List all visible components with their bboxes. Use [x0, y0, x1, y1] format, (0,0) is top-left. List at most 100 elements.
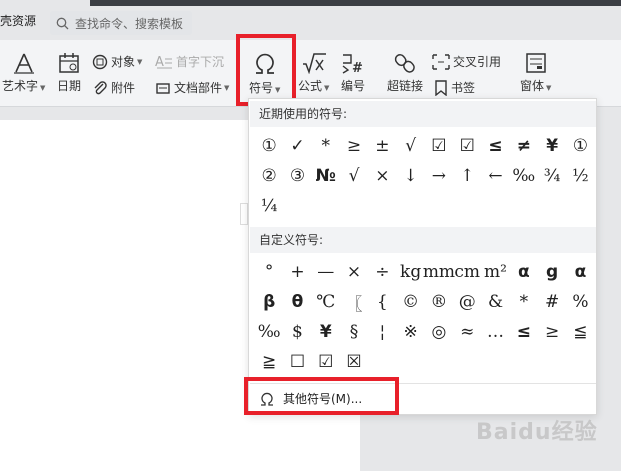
- symbol-cell[interactable]: §: [340, 317, 368, 347]
- symbol-cell[interactable]: ≤: [481, 131, 509, 161]
- form-icon: [525, 53, 546, 73]
- symbol-cell[interactable]: ≈: [453, 317, 481, 347]
- hyperlink-button[interactable]: 超链接: [387, 52, 423, 94]
- symbol-cell[interactable]: ‰: [255, 317, 283, 347]
- drop-cap-icon: A: [155, 55, 172, 70]
- search-icon: [56, 17, 69, 29]
- symbol-cell[interactable]: ①: [566, 131, 594, 161]
- symbol-cell[interactable]: √: [396, 131, 424, 161]
- symbol-cell[interactable]: ‰: [510, 161, 538, 191]
- custom-symbols-grid: ° + — × ÷ kg mm cm m² α g α β θ ℃ 〖{© ® @ & * #% ‰ $ ¥ § ¦ ※ ◎ ≈… ≤ ≥ ≦…: [255, 257, 595, 377]
- bookmark-icon: [435, 79, 447, 96]
- symbol-cell[interactable]: α: [566, 257, 594, 287]
- symbol-cell[interactable]: +: [283, 257, 311, 287]
- symbol-cell[interactable]: #: [538, 287, 566, 317]
- symbol-cell[interactable]: ≥: [340, 131, 368, 161]
- symbol-cell[interactable]: ※: [396, 317, 424, 347]
- symbol-cell[interactable]: ②: [255, 161, 283, 191]
- symbol-cell[interactable]: ×: [368, 161, 396, 191]
- symbol-cell[interactable]: ±: [368, 131, 396, 161]
- symbol-cell[interactable]: g: [538, 257, 566, 287]
- symbol-cell[interactable]: mm: [423, 257, 455, 287]
- symbol-cell[interactable]: …: [481, 317, 509, 347]
- symbol-cell[interactable]: ☑: [453, 131, 481, 161]
- symbol-cell[interactable]: ✓: [283, 131, 311, 161]
- symbol-cell[interactable]: ×: [340, 257, 368, 287]
- symbol-cell[interactable]: ①: [255, 131, 283, 161]
- symbol-cell[interactable]: m²: [481, 257, 509, 287]
- symbol-cell[interactable]: ≥: [538, 317, 566, 347]
- art-text-button[interactable]: 艺术字 ▼: [2, 52, 45, 94]
- document-ruler-marker: [240, 203, 248, 225]
- symbol-cell[interactable]: @: [453, 287, 481, 317]
- symbol-cell[interactable]: ½: [566, 161, 594, 191]
- symbol-cell[interactable]: №: [312, 161, 340, 191]
- symbol-cell[interactable]: ≦: [566, 317, 594, 347]
- symbol-cell[interactable]: %: [566, 287, 594, 317]
- symbol-cell[interactable]: →: [425, 161, 453, 191]
- symbol-cell[interactable]: ®: [425, 287, 453, 317]
- numbering-button[interactable]: # 编号: [340, 52, 366, 94]
- symbol-cell[interactable]: ☒: [340, 347, 368, 377]
- cross-ref-label: 交叉引用: [453, 55, 502, 69]
- cross-ref-button[interactable]: 交叉引用: [432, 53, 501, 70]
- doc-parts-button[interactable]: 文档部件 ▼: [155, 79, 229, 96]
- symbol-cell[interactable]: ÷: [368, 257, 396, 287]
- object-button[interactable]: 对象 ▼: [92, 53, 142, 70]
- symbol-cell[interactable]: cm: [453, 257, 481, 287]
- art-text-label: 艺术字: [2, 79, 39, 93]
- form-window-button[interactable]: 窗体 ▼: [520, 52, 551, 94]
- symbol-cell[interactable]: ≤: [510, 317, 538, 347]
- title-bar-strip: [90, 0, 621, 6]
- symbol-cell[interactable]: ≠: [510, 131, 538, 161]
- attachment-button[interactable]: 附件: [92, 79, 135, 96]
- symbol-cell[interactable]: —: [312, 257, 340, 287]
- formula-label: 公式: [298, 79, 323, 93]
- symbol-button-highlight: [236, 34, 296, 106]
- symbol-cell[interactable]: {: [368, 287, 396, 317]
- resource-tab-label[interactable]: 壳资源: [0, 12, 36, 29]
- drop-cap-button[interactable]: A 首字下沉: [155, 53, 224, 70]
- symbol-cell[interactable]: √: [340, 161, 368, 191]
- symbol-cell[interactable]: kg: [396, 257, 424, 287]
- symbol-cell[interactable]: ¼: [255, 191, 283, 221]
- symbol-cell[interactable]: ℃: [312, 287, 340, 317]
- symbol-cell[interactable]: α: [510, 257, 538, 287]
- symbol-cell[interactable]: *: [510, 287, 538, 317]
- symbol-cell[interactable]: ←: [481, 161, 509, 191]
- symbol-cell[interactable]: 〖: [340, 287, 368, 317]
- formula-icon: [302, 53, 326, 74]
- symbol-cell[interactable]: ≧: [255, 347, 283, 377]
- symbol-cell[interactable]: &: [481, 287, 509, 317]
- symbol-cell[interactable]: ¾: [538, 161, 566, 191]
- cross-ref-icon: [432, 53, 450, 70]
- symbol-cell[interactable]: ◎: [425, 317, 453, 347]
- symbol-cell[interactable]: ☑: [312, 347, 340, 377]
- symbol-cell[interactable]: θ: [283, 287, 311, 317]
- symbol-cell[interactable]: ¥: [538, 131, 566, 161]
- bookmark-button[interactable]: 书签: [434, 79, 475, 96]
- symbol-cell[interactable]: ↑: [453, 161, 481, 191]
- symbol-cell[interactable]: ↓: [396, 161, 424, 191]
- link-icon: [394, 54, 415, 73]
- symbol-cell[interactable]: *: [312, 131, 340, 161]
- date-button[interactable]: 日期: [57, 52, 81, 94]
- numbering-label: 编号: [340, 79, 365, 93]
- symbol-cell[interactable]: β: [255, 287, 283, 317]
- numbering-icon: #: [342, 54, 363, 74]
- formula-button[interactable]: 公式 ▼: [298, 52, 329, 94]
- command-search-box[interactable]: 查找命令、搜索模板: [50, 11, 192, 35]
- symbol-cell[interactable]: ¦: [368, 317, 396, 347]
- symbol-cell[interactable]: ③: [283, 161, 311, 191]
- symbol-cell[interactable]: ☑: [425, 131, 453, 161]
- recent-symbols-heading: 近期使用的符号:: [250, 101, 596, 127]
- symbol-cell[interactable]: ©: [396, 287, 424, 317]
- object-label: 对象: [111, 55, 136, 69]
- custom-symbols-heading: 自定义符号:: [250, 227, 596, 253]
- symbol-cell[interactable]: ¥: [312, 317, 340, 347]
- symbol-cell[interactable]: ☐: [283, 347, 311, 377]
- paperclip-icon: [94, 80, 107, 94]
- symbol-cell[interactable]: $: [283, 317, 311, 347]
- hyperlink-label: 超链接: [387, 79, 424, 93]
- symbol-cell[interactable]: °: [255, 257, 283, 287]
